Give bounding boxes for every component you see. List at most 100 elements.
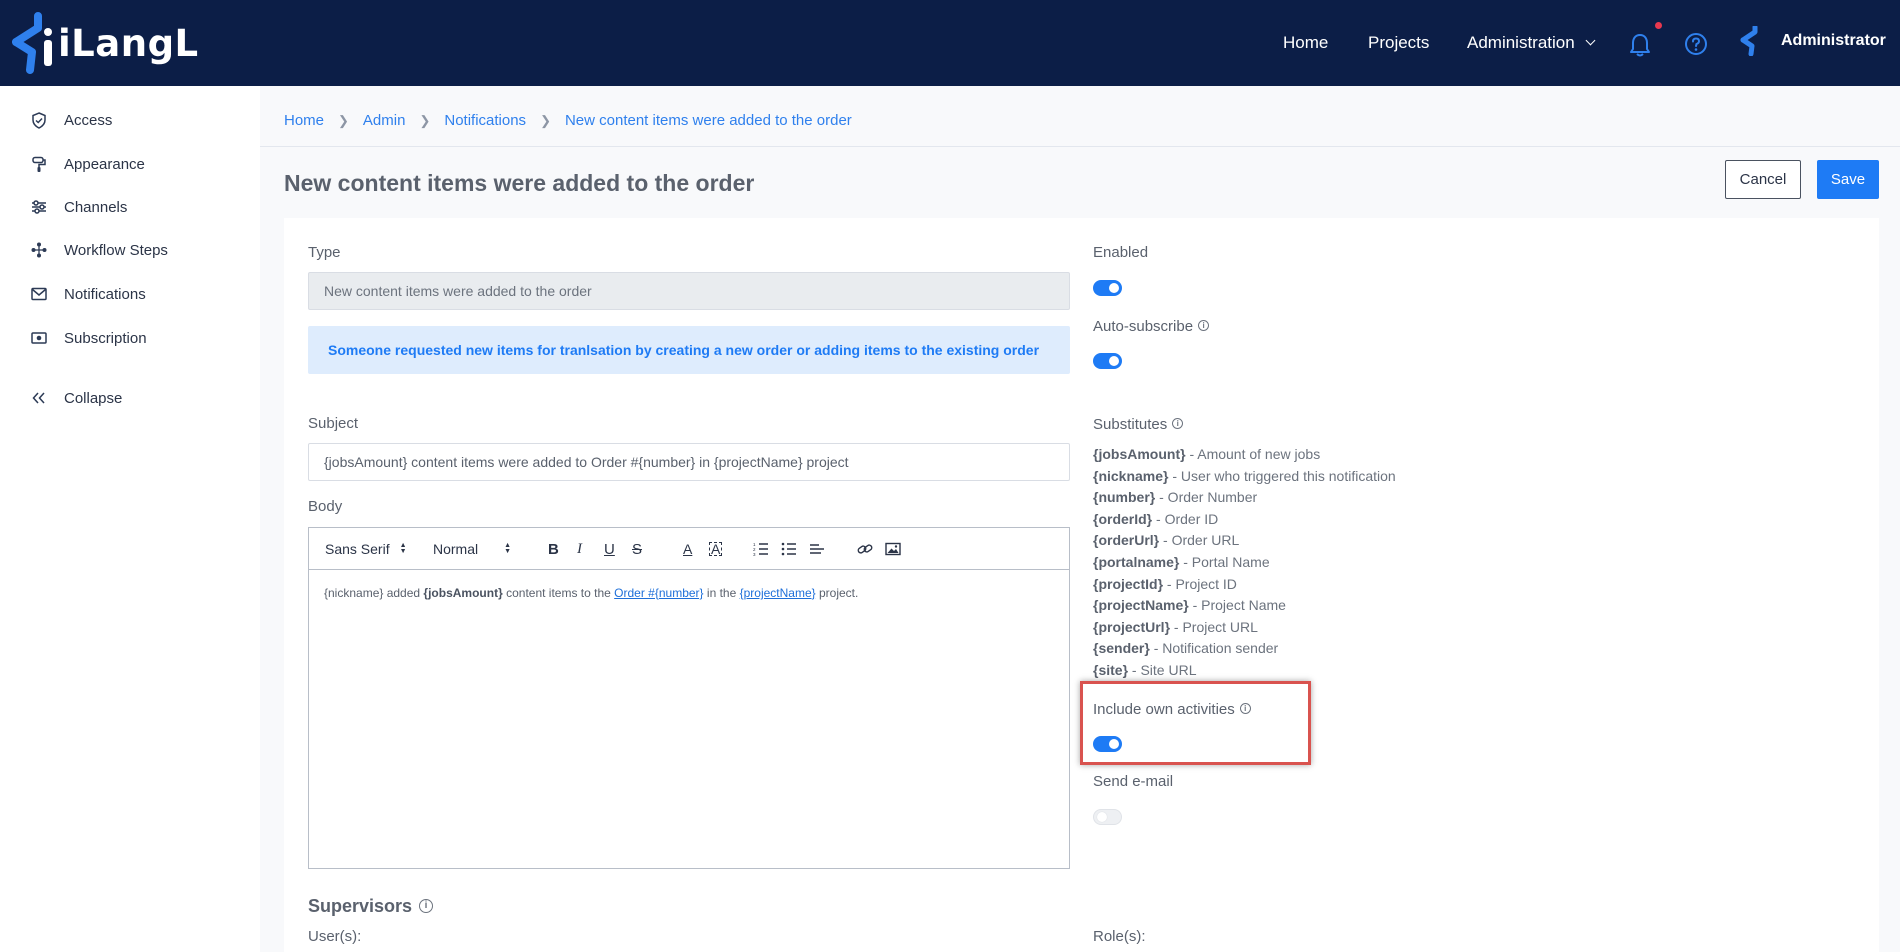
info-icon[interactable]: i (1172, 418, 1184, 429)
sidebar-item-label: Workflow Steps (64, 241, 168, 259)
body-rich-text-editor[interactable]: Sans Serif ▲ ▼ Normal ▲ ▼ B I U S A A 123 … (308, 527, 1070, 869)
italic-icon[interactable]: I (577, 538, 582, 560)
substitute-key: {orderUrl} (1093, 532, 1160, 549)
logo-text: iLangL (58, 21, 199, 65)
subject-input[interactable]: {jobsAmount} content items were added to… (308, 443, 1070, 481)
font-family-select[interactable]: Sans Serif ▲ ▼ (325, 538, 425, 560)
sidebar-item-access[interactable]: Access (30, 108, 112, 132)
breadcrumb-separator-icon: ❯ (338, 112, 349, 128)
sidebar-item-subscription[interactable]: Subscription (30, 326, 147, 350)
subject-label: Subject (308, 415, 359, 432)
sliders-icon (30, 198, 48, 216)
editor-content[interactable]: {nickname} added {jobsAmount} content it… (324, 586, 858, 600)
ordered-list-icon[interactable]: 123 (753, 538, 769, 560)
roles-label: Role(s): (1093, 928, 1146, 945)
shield-check-icon (30, 111, 48, 129)
substitute-desc: - Order Number (1155, 489, 1258, 506)
description-text: Someone requested new items for tranlsat… (328, 342, 1040, 358)
link-icon[interactable] (857, 538, 873, 560)
sidebar-collapse-button[interactable]: Collapse (30, 386, 122, 410)
sidebar-item-label: Access (64, 111, 113, 129)
breadcrumb-notifications[interactable]: Notifications (444, 112, 526, 129)
users-label: User(s): (308, 928, 362, 945)
bold-icon[interactable]: B (548, 538, 559, 560)
info-icon[interactable]: i (1198, 320, 1210, 331)
breadcrumb-separator-icon: ❯ (419, 112, 431, 128)
nav-administration-menu[interactable]: Administration (1467, 33, 1596, 53)
type-label: Type (308, 244, 341, 261)
substitute-item: {nickname} - User who triggered this not… (1093, 466, 1396, 488)
body-text: {nickname} added (324, 586, 424, 600)
description-info-box: Someone requested new items for tranlsat… (308, 326, 1070, 374)
supervisors-title: Supervisors (308, 896, 413, 916)
nav-projects-link[interactable]: Projects (1368, 33, 1429, 53)
user-avatar-icon[interactable] (1739, 26, 1767, 56)
substitute-desc: - Site URL (1128, 661, 1197, 678)
order-link[interactable]: Order #{number} (614, 586, 703, 600)
info-icon[interactable]: i (419, 898, 434, 913)
substitute-desc: - Amount of new jobs (1185, 446, 1321, 462)
send-email-toggle[interactable] (1093, 809, 1122, 825)
updown-arrows-icon: ▲ ▼ (504, 542, 512, 555)
font-family-value: Sans Serif (325, 541, 390, 557)
substitute-desc: - User who triggered this notification (1168, 467, 1396, 484)
bullet-list-icon[interactable] (781, 538, 797, 560)
sidebar-item-notifications[interactable]: Notifications (30, 282, 146, 306)
image-icon[interactable] (885, 538, 901, 560)
project-link[interactable]: {projectName} (740, 586, 816, 600)
substitute-desc: - Project URL (1170, 618, 1258, 635)
sidebar-item-channels[interactable]: Channels (30, 195, 127, 219)
type-value: New content items were added to the orde… (324, 283, 592, 299)
breadcrumb: Home ❯ Admin ❯ Notifications ❯ New conte… (284, 112, 852, 129)
font-size-select[interactable]: Normal ▲ ▼ (433, 538, 523, 560)
sidebar-item-appearance[interactable]: Appearance (30, 152, 145, 176)
underline-icon[interactable]: U (604, 538, 615, 560)
chevron-down-icon (1585, 35, 1596, 46)
updown-arrows-icon: ▲ ▼ (399, 542, 407, 555)
substitute-desc: - Order URL (1159, 532, 1240, 549)
nav-home-link[interactable]: Home (1283, 33, 1328, 53)
bell-icon[interactable] (1628, 32, 1652, 58)
highlight-box (1080, 681, 1311, 765)
body-text: project. (815, 586, 859, 600)
breadcrumb-current[interactable]: New content items were added to the orde… (565, 112, 852, 129)
user-name[interactable]: Administrator (1781, 32, 1886, 50)
breadcrumb-home[interactable]: Home (284, 112, 324, 129)
text-color-icon[interactable]: A (683, 538, 692, 560)
strikethrough-icon[interactable]: S (632, 538, 642, 560)
breadcrumb-separator-icon: ❯ (540, 112, 551, 128)
sidebar-item-label: Notifications (64, 285, 146, 303)
sidebar-item-label: Appearance (64, 155, 145, 173)
sidebar-item-workflow-steps[interactable]: Workflow Steps (30, 238, 168, 262)
substitute-desc: - Project ID (1163, 575, 1237, 592)
body-text: content items to the (502, 586, 615, 600)
send-email-label: Send e-mail (1093, 773, 1174, 790)
editor-toolbar: Sans Serif ▲ ▼ Normal ▲ ▼ B I U S A A 123 (309, 528, 1069, 570)
substitute-desc: - Order ID (1152, 510, 1219, 527)
substitute-item: {orderUrl} - Order URL (1093, 530, 1396, 552)
substitute-key: {projectName} (1093, 597, 1189, 614)
type-field: New content items were added to the orde… (308, 272, 1070, 310)
body-bold-text: {jobsAmount} (423, 586, 503, 600)
breadcrumb-admin[interactable]: Admin (363, 112, 406, 129)
enabled-label: Enabled (1093, 244, 1149, 261)
substitute-key: {jobsAmount} (1093, 446, 1186, 462)
help-icon[interactable] (1684, 32, 1708, 56)
font-size-value: Normal (433, 541, 479, 557)
page-title: New content items were added to the orde… (284, 170, 755, 196)
ilangl-logo[interactable]: iLangL (10, 12, 199, 74)
substitute-item: {projectName} - Project Name (1093, 595, 1396, 617)
cancel-button[interactable]: Cancel (1725, 160, 1801, 199)
enabled-toggle[interactable] (1093, 280, 1122, 296)
top-navigation-bar: iLangL Home Projects Administration Admi… (0, 0, 1900, 86)
substitute-item: {sender} - Notification sender (1093, 638, 1396, 660)
svg-text:3: 3 (753, 552, 756, 556)
background-color-icon[interactable]: A (709, 542, 723, 556)
body-text: in the (703, 586, 740, 600)
align-left-icon[interactable] (809, 538, 825, 560)
substitutes-label: Substitutes (1093, 416, 1168, 433)
admin-sidebar: Access Appearance Channels Workflow Step… (0, 86, 260, 952)
save-button[interactable]: Save (1817, 160, 1879, 199)
auto-subscribe-toggle[interactable] (1093, 353, 1122, 369)
substitute-key: {site} (1093, 661, 1129, 678)
